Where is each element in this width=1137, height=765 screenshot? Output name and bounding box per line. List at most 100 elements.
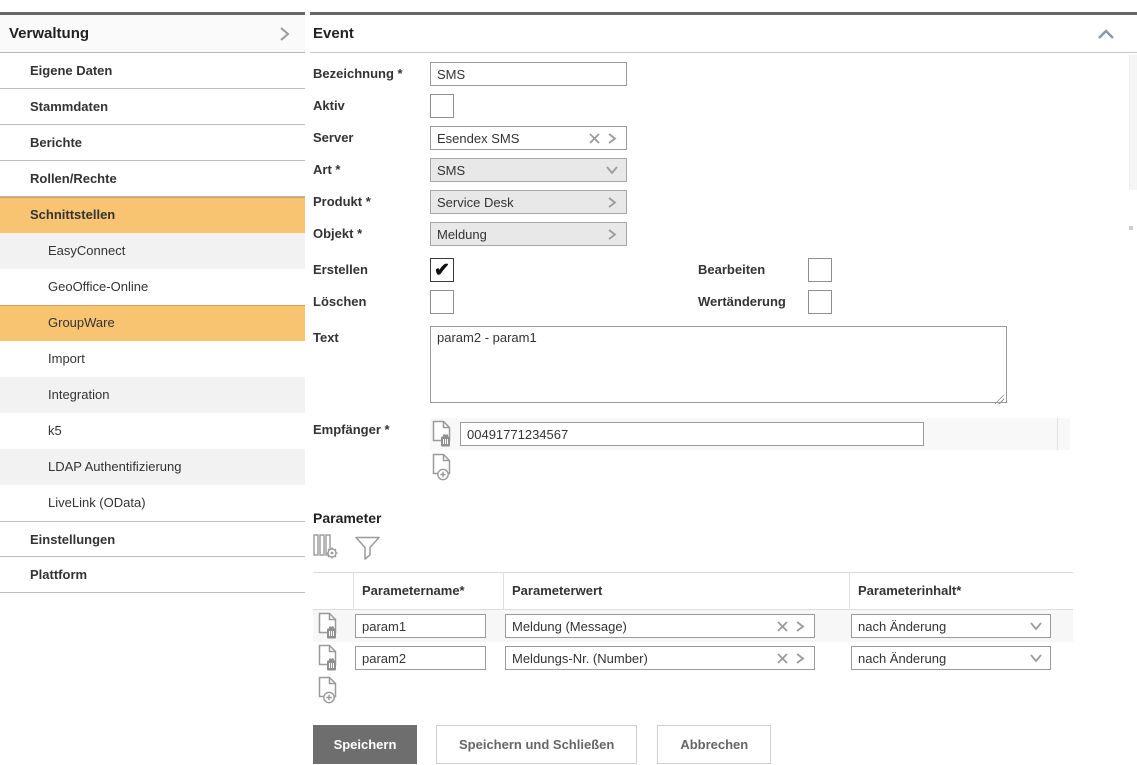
wertaenderung-label: Wertänderung bbox=[698, 290, 808, 309]
sidebar-item-berichte[interactable]: Berichte bbox=[0, 125, 305, 161]
bezeichnung-input[interactable] bbox=[430, 62, 627, 86]
save-button[interactable]: Speichern bbox=[313, 725, 417, 764]
art-value: SMS bbox=[437, 163, 603, 178]
parameterinhalt-value: nach Änderung bbox=[858, 651, 1027, 666]
erstellen-label: Erstellen bbox=[313, 258, 430, 277]
produkt-value: Service Desk bbox=[437, 195, 603, 210]
server-label: Server bbox=[313, 126, 430, 145]
chevron-right-icon[interactable] bbox=[603, 193, 621, 211]
sidebar-item-integration[interactable]: Integration bbox=[0, 377, 305, 413]
loeschen-checkbox[interactable] bbox=[430, 290, 454, 314]
sidebar-item-livelink[interactable]: LiveLink (OData) bbox=[0, 485, 305, 521]
clear-x-icon[interactable] bbox=[773, 617, 791, 635]
sidebar-item-stammdaten[interactable]: Stammdaten bbox=[0, 89, 305, 125]
text-textarea[interactable]: param2 - param1 bbox=[430, 326, 1007, 403]
cancel-button[interactable]: Abbrechen bbox=[657, 725, 771, 764]
parameter-table-header: Parametername* Parameterwert Parameterin… bbox=[313, 572, 1073, 610]
server-lookup-field[interactable]: Esendex SMS bbox=[430, 126, 627, 150]
save-and-close-button[interactable]: Speichern und Schließen bbox=[436, 725, 637, 764]
sidebar-item-rollen-rechte[interactable]: Rollen/Rechte bbox=[0, 161, 305, 197]
parameterwert-value: Meldungs-Nr. (Number) bbox=[512, 651, 773, 666]
column-header-parameterinhalt[interactable]: Parameterinhalt* bbox=[849, 572, 1073, 610]
filter-icon[interactable] bbox=[354, 535, 381, 561]
sidebar-item-einstellungen[interactable]: Einstellungen bbox=[0, 521, 305, 557]
parameterwert-lookup-field[interactable]: Meldungs-Nr. (Number) bbox=[505, 646, 815, 670]
bearbeiten-checkbox[interactable] bbox=[808, 258, 832, 282]
page-title: Event bbox=[313, 25, 354, 42]
scrollbar-track[interactable] bbox=[1129, 55, 1137, 190]
column-settings-icon[interactable] bbox=[313, 534, 343, 561]
chevron-right-icon[interactable] bbox=[603, 129, 621, 147]
resize-handle-dot bbox=[1129, 226, 1133, 230]
wertaenderung-checkbox[interactable] bbox=[808, 290, 832, 314]
parametername-input[interactable] bbox=[355, 646, 486, 670]
sidebar: Verwaltung Eigene Daten Stammdaten Beric… bbox=[0, 12, 305, 593]
chevron-down-icon bbox=[603, 161, 621, 179]
empfaenger-label: Empfänger * bbox=[313, 418, 430, 437]
chevron-up-icon[interactable] bbox=[1097, 25, 1115, 43]
column-header-actions bbox=[313, 572, 353, 610]
sidebar-item-eigene-daten[interactable]: Eigene Daten bbox=[0, 53, 305, 89]
app-window: Verwaltung Eigene Daten Stammdaten Beric… bbox=[0, 0, 1137, 765]
sidebar-header[interactable]: Verwaltung bbox=[0, 15, 305, 53]
chevron-right-icon[interactable] bbox=[275, 25, 293, 43]
produkt-label: Produkt * bbox=[313, 190, 430, 209]
objekt-value: Meldung bbox=[437, 227, 603, 242]
loeschen-label: Löschen bbox=[313, 290, 430, 309]
objekt-lookup-field[interactable]: Meldung bbox=[430, 222, 627, 246]
aktiv-label: Aktiv bbox=[313, 94, 430, 113]
button-bar: Speichern Speichern und Schließen Abbrec… bbox=[313, 725, 1137, 764]
bearbeiten-label: Bearbeiten bbox=[698, 258, 808, 277]
text-textarea-wrapper: param2 - param1 bbox=[430, 326, 1007, 408]
parameterwert-lookup-field[interactable]: Meldung (Message) bbox=[505, 614, 815, 638]
table-row: Meldungs-Nr. (Number) nach Änderung bbox=[313, 642, 1073, 674]
check-icon: ✔ bbox=[434, 261, 450, 280]
document-add-icon[interactable] bbox=[316, 676, 340, 704]
event-panel: Event Bezeichnung * Aktiv Server Esendex… bbox=[310, 12, 1137, 764]
empfaenger-row bbox=[430, 418, 1070, 450]
art-dropdown[interactable]: SMS bbox=[430, 158, 627, 182]
parameterinhalt-dropdown[interactable]: nach Änderung bbox=[851, 646, 1051, 670]
art-label: Art * bbox=[313, 158, 430, 177]
parameter-heading: Parameter bbox=[313, 510, 1137, 526]
row-end-divider bbox=[1057, 418, 1070, 450]
column-header-parametername[interactable]: Parametername* bbox=[353, 572, 503, 610]
sidebar-item-ldap[interactable]: LDAP Authentifizierung bbox=[0, 449, 305, 485]
clear-x-icon[interactable] bbox=[773, 649, 791, 667]
sidebar-item-groupware[interactable]: GroupWare bbox=[0, 305, 305, 341]
text-label: Text bbox=[313, 326, 430, 345]
empfaenger-input[interactable] bbox=[460, 422, 924, 446]
event-panel-header: Event bbox=[310, 15, 1137, 53]
chevron-right-icon[interactable] bbox=[791, 649, 809, 667]
chevron-right-icon[interactable] bbox=[791, 617, 809, 635]
produkt-lookup-field[interactable]: Service Desk bbox=[430, 190, 627, 214]
chevron-down-icon bbox=[1027, 617, 1045, 635]
document-delete-icon[interactable] bbox=[430, 420, 454, 448]
parametername-input[interactable] bbox=[355, 614, 486, 638]
sidebar-item-plattform[interactable]: Plattform bbox=[0, 557, 305, 593]
sidebar-item-schnittstellen[interactable]: Schnittstellen bbox=[0, 197, 305, 233]
erstellen-checkbox[interactable]: ✔ bbox=[430, 258, 454, 282]
server-value: Esendex SMS bbox=[437, 131, 585, 146]
parameter-toolbar bbox=[313, 534, 1137, 561]
sidebar-item-easyconnect[interactable]: EasyConnect bbox=[0, 233, 305, 269]
sidebar-item-geooffice-online[interactable]: GeoOffice-Online bbox=[0, 269, 305, 305]
parameterwert-value: Meldung (Message) bbox=[512, 619, 773, 634]
aktiv-checkbox[interactable] bbox=[430, 94, 454, 118]
document-delete-icon[interactable] bbox=[316, 612, 340, 640]
chevron-right-icon[interactable] bbox=[603, 225, 621, 243]
objekt-label: Objekt * bbox=[313, 222, 430, 241]
chevron-down-icon bbox=[1027, 649, 1045, 667]
sidebar-title: Verwaltung bbox=[9, 25, 89, 42]
clear-x-icon[interactable] bbox=[585, 129, 603, 147]
parameterinhalt-value: nach Änderung bbox=[858, 619, 1027, 634]
sidebar-item-k5[interactable]: k5 bbox=[0, 413, 305, 449]
document-add-icon[interactable] bbox=[430, 453, 454, 481]
parameterinhalt-dropdown[interactable]: nach Änderung bbox=[851, 614, 1051, 638]
document-delete-icon[interactable] bbox=[316, 644, 340, 672]
sidebar-item-import[interactable]: Import bbox=[0, 341, 305, 377]
parameter-table: Parametername* Parameterwert Parameterin… bbox=[313, 572, 1073, 709]
bezeichnung-label: Bezeichnung * bbox=[313, 62, 430, 81]
column-header-parameterwert[interactable]: Parameterwert bbox=[503, 572, 849, 610]
table-row: Meldung (Message) nach Änderung bbox=[313, 610, 1073, 642]
